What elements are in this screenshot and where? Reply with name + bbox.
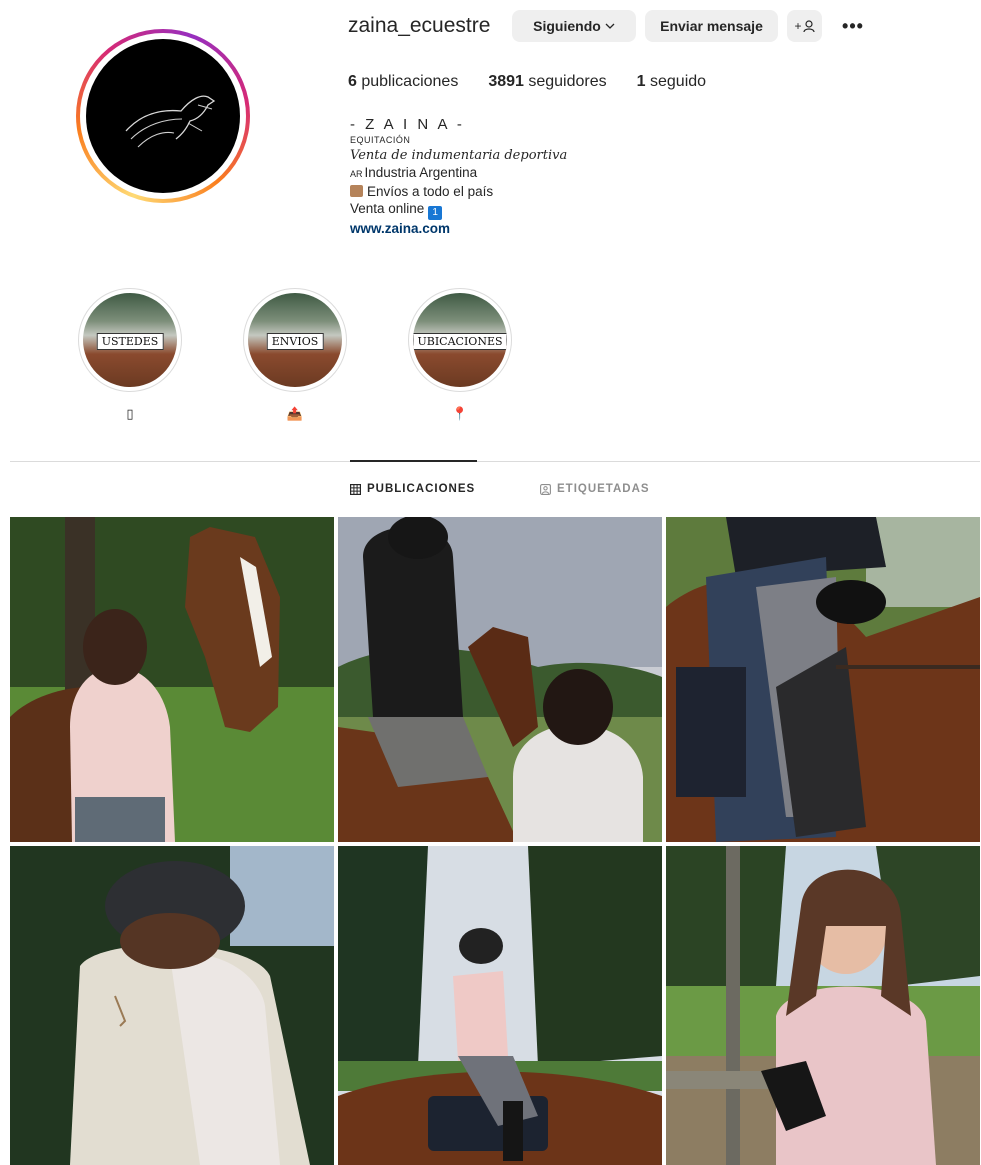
highlight-envios[interactable]: ENVIOS 📤 — [243, 288, 347, 422]
post-1[interactable] — [10, 517, 334, 842]
highlight-cover-label: USTEDES — [96, 333, 164, 350]
outbox-emoji-icon: 📤 — [286, 406, 304, 421]
argentina-flag-icon: AR — [350, 169, 363, 179]
post-photo — [10, 846, 334, 1165]
horse-logo-icon — [125, 95, 216, 148]
phone-emoji-icon: ▯ — [126, 406, 134, 421]
highlight-cover: UBICACIONES — [413, 293, 507, 387]
profile-username: zaina_ecuestre — [348, 14, 491, 37]
posts-stat: 6 publicaciones — [348, 73, 459, 90]
post-photo — [666, 846, 980, 1165]
profile-avatar — [86, 39, 240, 193]
tab-tagged[interactable]: ETIQUETADAS — [540, 483, 650, 495]
bio-line-shipping: Envíos a todo el país — [350, 183, 567, 200]
bio-line-sales: Venta de indumentaria deportiva — [350, 148, 568, 163]
bio-line-industry: AR Industria Argentina — [350, 165, 478, 180]
highlight-cover: ENVIOS — [248, 293, 342, 387]
post-photo — [338, 517, 662, 842]
following-stat[interactable]: 1 seguido — [637, 73, 706, 91]
tab-posts-label: PUBLICACIONES — [367, 483, 476, 495]
add-person-icon — [802, 19, 815, 32]
profile-link[interactable]: www.zaina.com — [350, 221, 450, 236]
post-3[interactable] — [666, 517, 980, 842]
profile-avatar-ring[interactable] — [76, 29, 250, 203]
send-message-button[interactable]: Enviar mensaje — [645, 10, 778, 42]
post-photo — [666, 517, 980, 842]
followers-stat[interactable]: 3891 seguidores — [488, 73, 606, 91]
more-options-button[interactable]: ••• — [836, 10, 870, 42]
post-4[interactable] — [10, 846, 334, 1165]
post-2[interactable] — [338, 517, 662, 842]
tabs-divider — [10, 461, 980, 462]
tab-posts[interactable]: PUBLICACIONES — [350, 483, 475, 495]
bio-name: - Z A I N A - — [350, 116, 465, 133]
post-6[interactable] — [666, 846, 980, 1165]
highlight-ubicaciones[interactable]: UBICACIONES 📍 — [408, 288, 512, 422]
highlight-cover-label: ENVIOS — [266, 333, 324, 350]
tab-tagged-label: ETIQUETADAS — [557, 483, 650, 495]
post-photo — [10, 517, 334, 842]
profile-bio: - Z A I N A - EQUITACIÓN Venta de indume… — [350, 116, 567, 237]
post-photo — [338, 846, 662, 1165]
number-badge-icon: 1 — [428, 206, 443, 220]
following-button-label: Siguiendo — [533, 18, 601, 34]
following-button[interactable]: Siguiendo — [512, 10, 636, 42]
profile-stats: 6 publicaciones 3891 seguidores 1 seguid… — [348, 73, 706, 91]
suggest-accounts-button[interactable]: + — [787, 10, 822, 42]
tag-person-icon — [540, 483, 551, 495]
highlight-ustedes[interactable]: USTEDES ▯ — [78, 288, 182, 422]
chevron-down-icon — [605, 23, 615, 29]
package-icon — [350, 185, 363, 197]
plus-label: + — [794, 19, 802, 33]
active-tab-indicator — [350, 460, 477, 462]
post-5[interactable] — [338, 846, 662, 1165]
grid-icon — [350, 483, 361, 495]
pin-emoji-icon: 📍 — [451, 406, 469, 421]
highlight-cover-label: UBICACIONES — [413, 333, 507, 350]
highlight-cover: USTEDES — [83, 293, 177, 387]
bio-category: EQUITACIÓN — [350, 135, 411, 145]
bio-line-online: Venta online 1 — [350, 200, 567, 220]
